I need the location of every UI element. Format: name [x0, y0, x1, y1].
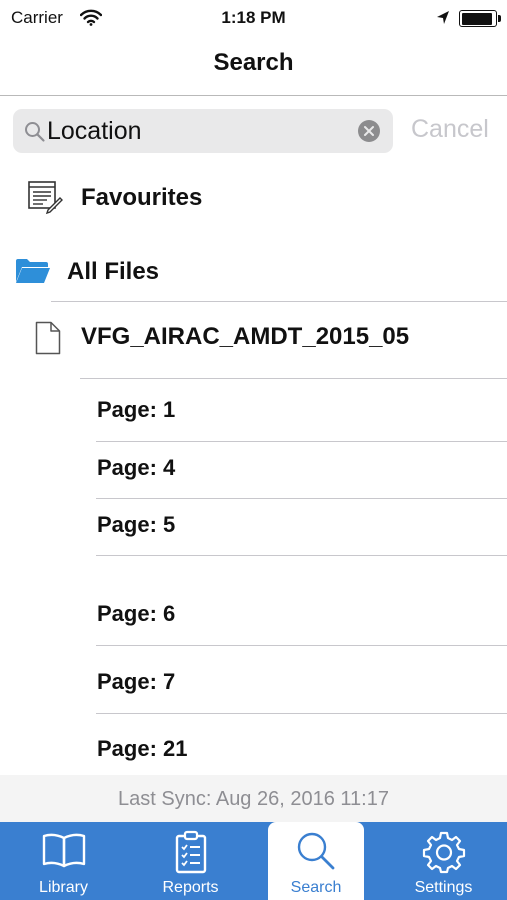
document-edit-icon: [27, 179, 63, 220]
search-field-container[interactable]: [13, 109, 393, 153]
navigation-bar: Search: [0, 36, 507, 96]
tab-reports[interactable]: Reports: [127, 822, 254, 900]
status-bar: Carrier 1:18 PM: [0, 0, 507, 36]
battery-tip: [498, 15, 501, 22]
cancel-button[interactable]: Cancel: [411, 115, 489, 144]
file-icon: [35, 321, 61, 360]
battery-level: [461, 12, 492, 25]
clipboard-checklist-icon: [127, 830, 254, 874]
page-result-row[interactable]: Page: 5: [0, 499, 507, 555]
page-result-label: Page: 7: [97, 669, 176, 694]
tab-settings[interactable]: Settings: [380, 822, 507, 900]
location-arrow-icon: [436, 10, 450, 30]
page-result-row[interactable]: Page: 4: [0, 442, 507, 498]
page-result-row[interactable]: Page: 6: [0, 556, 507, 645]
all-files-label: All Files: [67, 258, 160, 285]
clock: 1:18 PM: [221, 8, 286, 27]
tab-settings-label: Settings: [414, 879, 473, 896]
sync-status-bar: Last Sync: Aug 26, 2016 11:17: [0, 775, 507, 822]
magnifier-icon: [24, 121, 46, 148]
tab-reports-label: Reports: [162, 879, 219, 896]
page-result-label: Page: 6: [97, 601, 176, 626]
battery-icon: [459, 10, 497, 27]
search-bar: Cancel: [0, 97, 507, 163]
all-files-row[interactable]: All Files: [0, 243, 507, 299]
page-result-row[interactable]: Page: 1: [0, 380, 507, 440]
carrier-label: Carrier: [11, 8, 63, 27]
page-result-label: Page: 21: [97, 736, 188, 761]
file-name: VFG_AIRAC_AMDT_2015_05: [81, 323, 410, 350]
folder-open-icon: [15, 258, 51, 289]
search-icon: [268, 830, 364, 874]
favourites-row[interactable]: Favourites: [0, 170, 507, 226]
search-input[interactable]: [47, 113, 353, 149]
tab-library-label: Library: [39, 879, 88, 896]
page-result-label: Page: 1: [97, 397, 176, 422]
tab-bar: Library Reports Search Settings: [0, 822, 507, 900]
wifi-icon: [79, 9, 103, 31]
last-sync-text: Last Sync: Aug 26, 2016 11:17: [118, 788, 389, 810]
divider: [51, 301, 507, 302]
tab-library[interactable]: Library: [0, 822, 127, 900]
page-result-row[interactable]: Page: 21: [0, 714, 507, 775]
tab-search-label: Search: [290, 879, 342, 896]
page-title: Search: [213, 49, 294, 76]
gear-icon: [380, 830, 507, 874]
page-result-label: Page: 5: [97, 512, 176, 537]
book-icon: [0, 830, 127, 874]
favourites-label: Favourites: [81, 184, 203, 211]
file-row[interactable]: VFG_AIRAC_AMDT_2015_05: [0, 303, 507, 377]
divider: [80, 378, 507, 379]
page-result-row[interactable]: Page: 7: [0, 646, 507, 713]
clear-search-icon[interactable]: [358, 120, 380, 142]
page-result-label: Page: 4: [97, 455, 176, 480]
tab-search[interactable]: Search: [268, 822, 364, 900]
